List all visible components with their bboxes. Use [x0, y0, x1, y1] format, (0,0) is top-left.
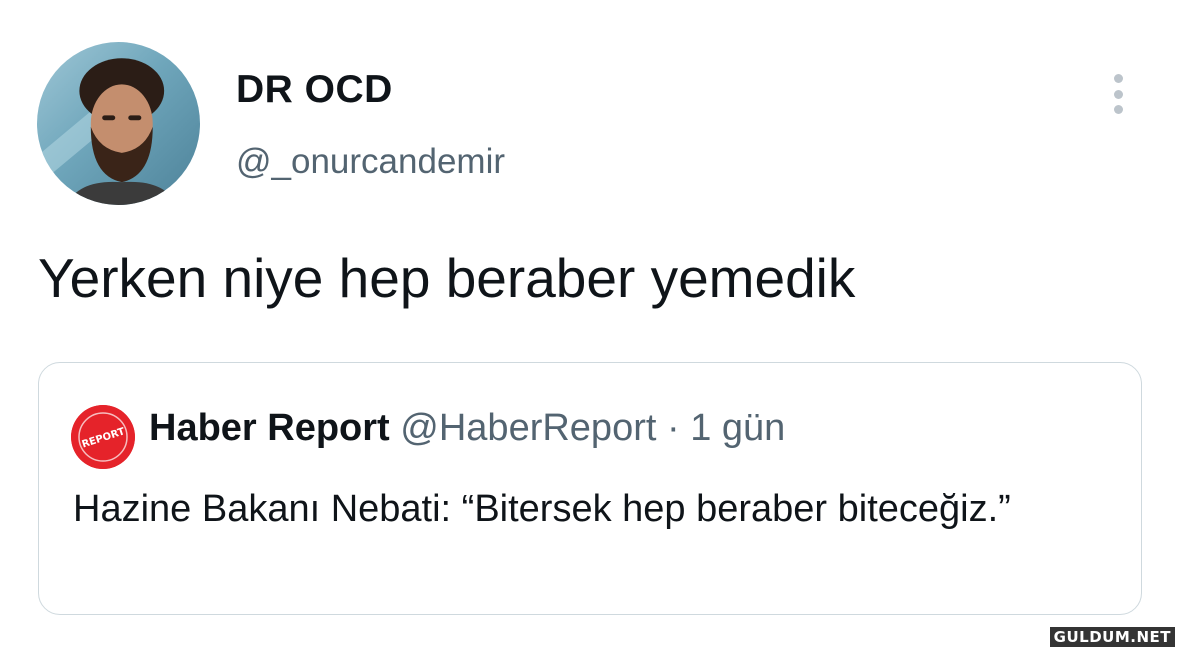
quoted-header: Haber Report @HaberReport · 1 gün [149, 407, 785, 450]
quoted-avatar-logo[interactable]: REPORT [71, 405, 135, 469]
watermark: GULDUM.NET [1049, 627, 1175, 647]
author-avatar[interactable] [37, 42, 200, 205]
tweet-text: Yerken niye hep beraber yemedik [38, 247, 856, 309]
more-dot [1113, 89, 1123, 99]
author-handle[interactable]: @_onurcandemir [236, 142, 505, 182]
report-logo-icon: REPORT [71, 405, 135, 469]
more-dot [1113, 74, 1123, 83]
quoted-timestamp[interactable]: 1 gün [690, 407, 785, 449]
quoted-text: Hazine Bakanı Nebati: “Bitersek hep bera… [73, 488, 1011, 530]
quoted-separator: · [666, 407, 680, 449]
quoted-tweet[interactable]: REPORT Haber Report @HaberReport · 1 gün… [38, 362, 1142, 615]
quoted-handle[interactable]: @HaberReport [400, 407, 656, 449]
author-name[interactable]: DR OCD [236, 68, 393, 112]
quoted-name[interactable]: Haber Report [149, 407, 390, 449]
tweet-card: DR OCD @_onurcandemir Yerken niye hep be… [0, 0, 1179, 650]
more-options-icon[interactable] [1108, 74, 1128, 114]
more-dot [1113, 105, 1123, 114]
avatar-portrait [37, 58, 178, 205]
